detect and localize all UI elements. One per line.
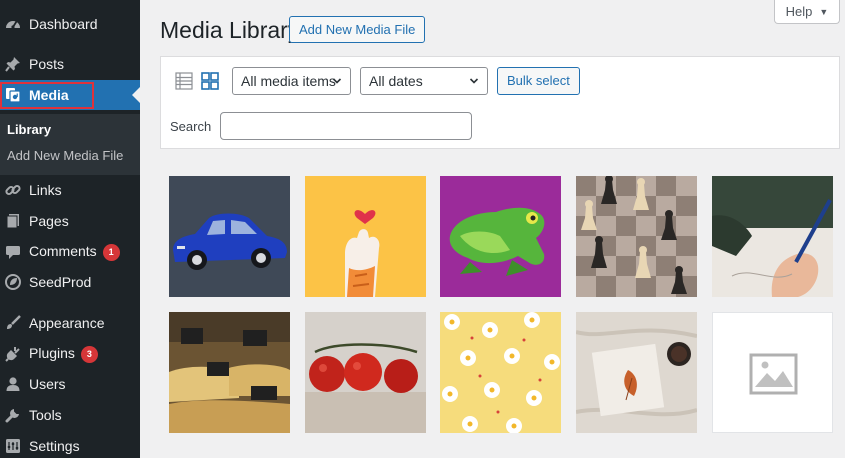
- sidebar-item-label: SeedProd: [29, 274, 92, 290]
- media-thumbnail-chess[interactable]: [576, 176, 697, 297]
- sidebar-item-label: Comments 1: [29, 243, 120, 261]
- chess-pattern-image: [576, 176, 697, 297]
- sidebar-item-plugins-label: Plugins: [29, 345, 75, 362]
- sidebar-item-label: Posts: [29, 56, 65, 72]
- media-type-filter[interactable]: All media items: [232, 67, 351, 95]
- wrench-icon: [4, 406, 22, 424]
- help-tab-button[interactable]: Help ▼: [774, 0, 840, 24]
- cheese-shop-image: [169, 312, 290, 433]
- book-leaf-coffee-image: [576, 312, 697, 433]
- sidebar-item-appearance[interactable]: Appearance: [0, 308, 140, 338]
- paintbrush-icon: [4, 314, 22, 332]
- sidebar-item-posts[interactable]: Posts: [0, 49, 140, 79]
- link-icon: [4, 181, 22, 199]
- seedprod-icon: [4, 273, 22, 291]
- sidebar-item-links[interactable]: Links: [0, 175, 140, 205]
- sidebar-item-label: Tools: [29, 407, 62, 423]
- submenu-item-add-new-media-file[interactable]: Add New Media File: [7, 148, 123, 163]
- sidebar-item-label: Pages: [29, 213, 69, 229]
- active-menu-arrow: [132, 87, 140, 103]
- sidebar-item-label: Plugins 3: [29, 345, 98, 363]
- bulk-select-button[interactable]: Bulk select: [497, 67, 580, 95]
- sidebar-item-users[interactable]: Users: [0, 369, 140, 399]
- sidebar-item-tools[interactable]: Tools: [0, 400, 140, 430]
- media-thumbnail-blue-car[interactable]: [169, 176, 290, 297]
- settings-icon: [4, 437, 22, 455]
- search-label: Search: [170, 119, 212, 134]
- image-placeholder-icon: [713, 313, 832, 432]
- media-thumbnail-flowers[interactable]: [440, 312, 561, 433]
- help-label: Help: [785, 4, 813, 19]
- user-icon: [4, 375, 22, 393]
- sidebar-item-label: Users: [29, 376, 66, 392]
- flower-pattern-image: [440, 312, 561, 433]
- sidebar-item-comments-label: Comments: [29, 243, 97, 260]
- submenu-item-library[interactable]: Library: [7, 122, 51, 137]
- sidebar-item-settings[interactable]: Settings: [0, 431, 140, 458]
- add-new-media-button[interactable]: Add New Media File: [289, 16, 426, 43]
- media-thumbnail-placeholder[interactable]: [712, 312, 833, 433]
- dashboard-icon: [4, 15, 22, 33]
- hand-drawing-image: [712, 176, 833, 297]
- comment-icon: [4, 243, 22, 261]
- date-filter[interactable]: All dates: [360, 67, 488, 95]
- cat-paw-heart-image: [305, 176, 426, 297]
- comments-count-badge: 1: [102, 243, 120, 261]
- chevron-down-icon: [469, 78, 479, 84]
- sidebar-item-pages[interactable]: Pages: [0, 206, 140, 236]
- green-frog-image: [440, 176, 561, 297]
- plugins-update-badge: 3: [80, 345, 98, 363]
- sidebar-item-label: Appearance: [29, 315, 105, 331]
- media-thumbnail-cheese[interactable]: [169, 312, 290, 433]
- media-thumbnail-tomatoes[interactable]: [305, 312, 426, 433]
- sidebar-item-comments[interactable]: Comments 1: [0, 237, 140, 267]
- pin-icon: [4, 55, 22, 73]
- caret-down-icon: ▼: [819, 6, 829, 17]
- list-view-icon[interactable]: [175, 72, 193, 90]
- chevron-down-icon: [332, 78, 342, 84]
- plug-icon: [4, 345, 22, 363]
- blue-car-image: [169, 176, 290, 297]
- media-toolbar: All media items All dates Bulk select Se…: [160, 56, 840, 149]
- date-filter-value: All dates: [369, 73, 423, 89]
- pages-icon: [4, 212, 22, 230]
- sidebar-item-plugins[interactable]: Plugins 3: [0, 339, 140, 369]
- media-highlight-box: [0, 82, 94, 109]
- media-type-filter-value: All media items: [241, 73, 336, 89]
- search-input[interactable]: [220, 112, 472, 140]
- sidebar-item-dashboard[interactable]: Dashboard: [0, 9, 140, 39]
- sidebar-item-label: Settings: [29, 438, 80, 454]
- media-submenu: Library Add New Media File: [0, 114, 140, 175]
- media-thumbnail-hand-drawing[interactable]: [712, 176, 833, 297]
- media-thumbnail-cat-paw[interactable]: [305, 176, 426, 297]
- media-thumbnail-frog[interactable]: [440, 176, 561, 297]
- sidebar-item-label: Dashboard: [29, 16, 98, 32]
- page-title: Media Library: [160, 17, 300, 43]
- grid-view-icon[interactable]: [201, 72, 219, 90]
- sidebar-item-seedprod[interactable]: SeedProd: [0, 267, 140, 297]
- tomatoes-image: [305, 312, 426, 433]
- admin-sidebar: Dashboard Posts Media Library Add New Me…: [0, 0, 140, 458]
- media-thumbnail-book-leaf[interactable]: [576, 312, 697, 433]
- sidebar-item-label: Links: [29, 182, 62, 198]
